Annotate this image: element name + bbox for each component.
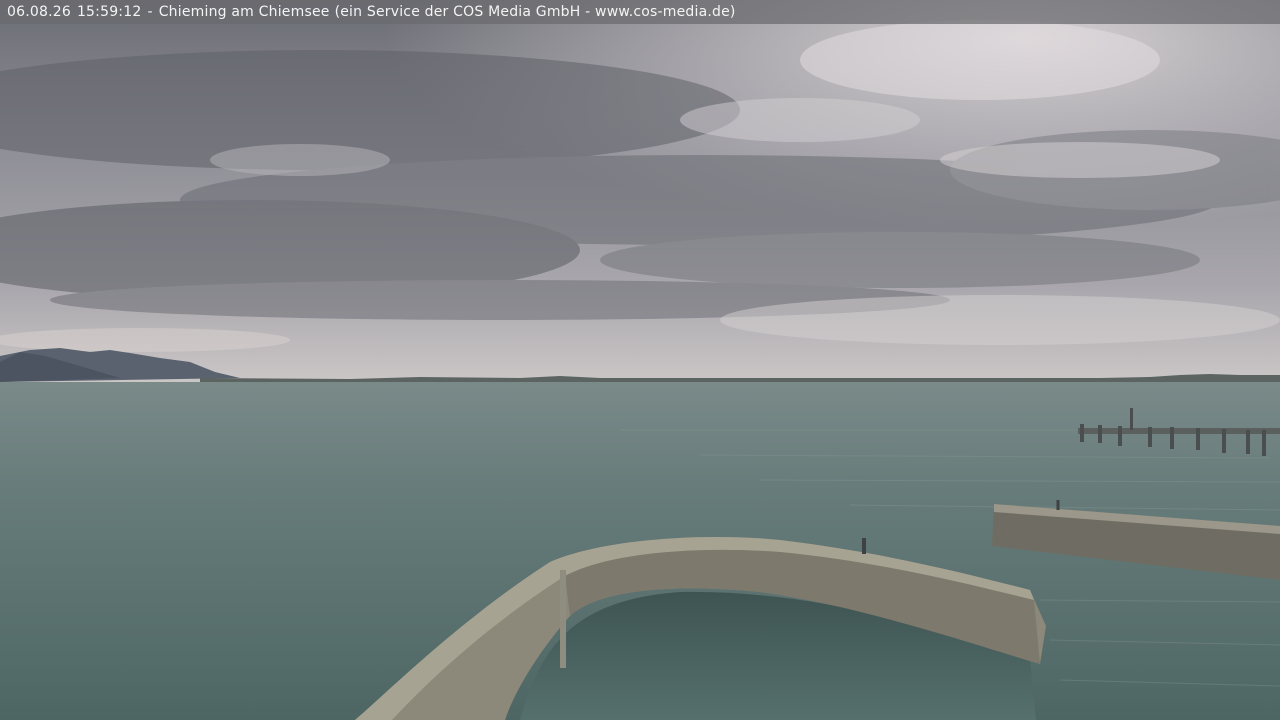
lake-scene: [0, 0, 1280, 720]
webcam-frame: 06.08.26 15:59:12 - Chieming am Chiemsee…: [0, 0, 1280, 720]
timestamp-caption-bar: 06.08.26 15:59:12 - Chieming am Chiemsee…: [0, 0, 1280, 24]
caption-date: 06.08.26: [7, 4, 71, 20]
caption-separator: -: [147, 4, 153, 20]
caption-location: Chieming am Chiemsee: [158, 4, 330, 20]
caption-time: 15:59:12: [76, 4, 142, 20]
caption-service-note: (ein Service der COS Media GmbH - www.co…: [334, 4, 736, 20]
